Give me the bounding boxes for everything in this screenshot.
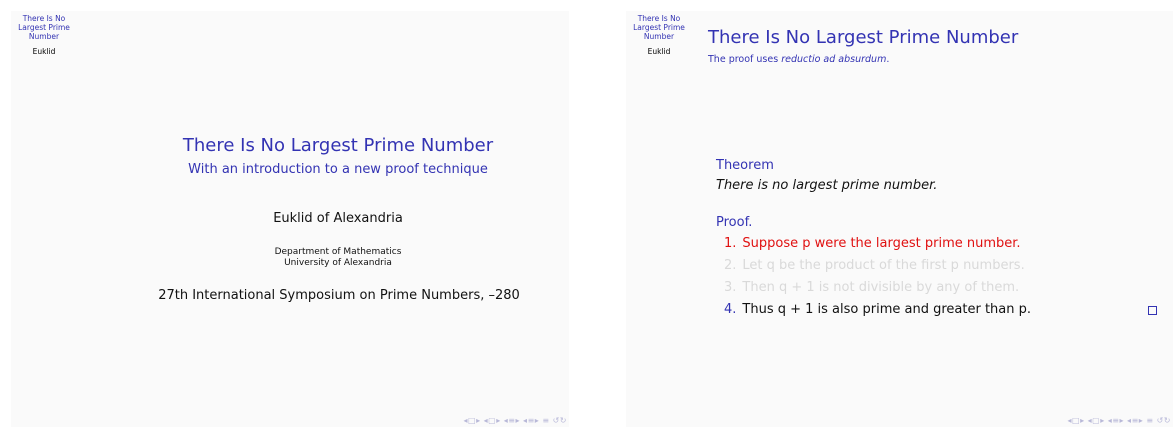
- presentation-institute: Department of Mathematics University of …: [159, 247, 517, 269]
- sidebar-title-line: Largest Prime: [633, 23, 685, 32]
- presentation-title: There Is No Largest Prime Number: [182, 135, 494, 156]
- sidebar: There Is No Largest Prime Number Euklid: [626, 11, 692, 56]
- proof-steps: 1. Suppose p were the largest prime numbe…: [724, 233, 1031, 321]
- sidebar-author[interactable]: Euklid: [11, 47, 77, 56]
- step-text: Suppose p were the largest prime number.: [742, 236, 1021, 251]
- proof-step: 4. Thus q + 1 is also prime and greater t…: [724, 299, 1031, 321]
- sidebar: There Is No Largest Prime Number Euklid: [11, 11, 77, 56]
- sidebar-title-line: Number: [643, 32, 675, 41]
- theorem-heading: Theorem: [716, 158, 774, 173]
- proof-step: 3. Then q + 1 is not divisible by any of …: [724, 277, 1031, 299]
- sidebar-author[interactable]: Euklid: [626, 47, 692, 56]
- presentation-subtitle: With an introduction to a new proof tech…: [188, 162, 488, 177]
- frame-subtitle-emphasis: reductio ad absurdum: [781, 54, 887, 65]
- frame-subtitle-suffix: .: [886, 54, 890, 65]
- frame-subtitle-prefix: The proof uses: [708, 54, 782, 65]
- frame-subtitle: The proof uses reductio ad absurdum.: [708, 54, 889, 65]
- step-text: Then q + 1 is not divisible by any of th…: [742, 280, 1020, 295]
- sidebar-title[interactable]: There Is No Largest Prime Number: [11, 14, 77, 41]
- institute-line: Department of Mathematics: [274, 247, 402, 257]
- navigation-symbols[interactable]: ◂□▸ ◂▢▸ ◂≡▸ ◂≡▸ ≡ ↺↻: [464, 416, 567, 425]
- step-number: 4.: [724, 302, 737, 317]
- sidebar-title-line: Largest Prime: [18, 23, 70, 32]
- navigation-symbols[interactable]: ◂□▸ ◂▢▸ ◂≡▸ ◂≡▸ ≡ ↺↻: [1068, 416, 1171, 425]
- institute-line: University of Alexandria: [284, 258, 392, 268]
- proof-step: 2. Let q be the product of the first p nu…: [724, 255, 1031, 277]
- step-text: Thus q + 1 is also prime and greater tha…: [742, 302, 1031, 317]
- sidebar-title-line: There Is No: [22, 14, 66, 23]
- qed-box-icon: [1148, 306, 1157, 315]
- step-number: 2.: [724, 258, 737, 273]
- proof-slide: There Is No Largest Prime Number Euklid …: [626, 11, 1173, 427]
- step-number: 3.: [724, 280, 737, 295]
- presentation-author: Euklid of Alexandria: [273, 211, 403, 226]
- title-slide: There Is No Largest Prime Number Euklid …: [11, 11, 569, 427]
- proof-heading: Proof.: [716, 215, 753, 230]
- proof-step: 1. Suppose p were the largest prime numbe…: [724, 233, 1031, 255]
- sidebar-title[interactable]: There Is No Largest Prime Number: [626, 14, 692, 41]
- presentation-date: 27th International Symposium on Prime Nu…: [158, 288, 520, 303]
- step-number: 1.: [724, 236, 737, 251]
- step-text: Let q be the product of the first p numb…: [742, 258, 1025, 273]
- theorem-body: There is no largest prime number.: [716, 178, 938, 193]
- frame-title: There Is No Largest Prime Number: [708, 27, 1019, 48]
- sidebar-title-line: There Is No: [637, 14, 681, 23]
- sidebar-title-line: Number: [28, 32, 60, 41]
